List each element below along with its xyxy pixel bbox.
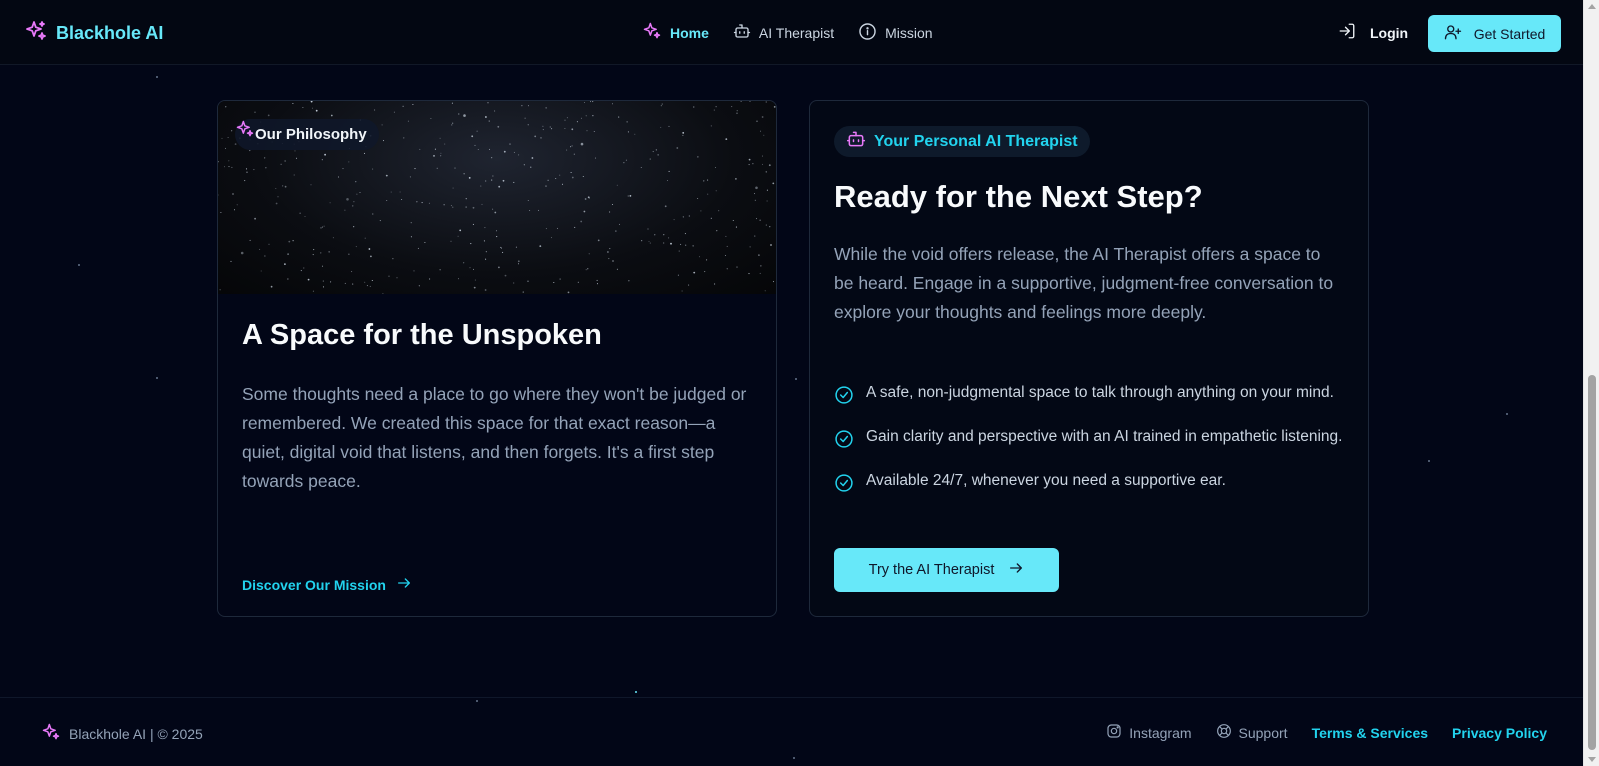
- feature-list: A safe, non-judgmental space to talk thr…: [834, 381, 1344, 513]
- scroll-up-arrow[interactable]: [1588, 4, 1596, 9]
- discover-mission-link[interactable]: Discover Our Mission: [242, 575, 412, 594]
- philosophy-badge: Our Philosophy: [235, 119, 379, 150]
- sparkles-icon: [642, 21, 662, 44]
- check-circle-icon: [834, 429, 854, 457]
- scrollbar-thumb[interactable]: [1588, 375, 1596, 750]
- discover-mission-label: Discover Our Mission: [242, 576, 386, 593]
- background-star: [635, 691, 637, 693]
- background-star: [78, 264, 80, 266]
- brand-logo[interactable]: Blackhole AI: [24, 19, 163, 48]
- sparkles-icon: [24, 19, 48, 48]
- privacy-link[interactable]: Privacy Policy: [1452, 725, 1547, 741]
- footer-links: Instagram Support Terms & Services Priva…: [1106, 723, 1547, 742]
- therapist-badge-label: Your Personal AI Therapist: [874, 132, 1078, 150]
- feature-item: A safe, non-judgmental space to talk thr…: [834, 381, 1344, 413]
- main-nav: Home AI Therapist Mission: [642, 21, 933, 44]
- lifebuoy-icon: [1216, 723, 1232, 742]
- feature-text: Gain clarity and perspective with an AI …: [866, 428, 1343, 445]
- check-circle-icon: [834, 385, 854, 413]
- instagram-link[interactable]: Instagram: [1106, 723, 1192, 742]
- site-footer: Blackhole AI | © 2025 Instagram Support …: [0, 697, 1583, 766]
- arrow-right-icon: [1008, 560, 1024, 580]
- feature-item: Gain clarity and perspective with an AI …: [834, 425, 1344, 457]
- footer-copyright: Blackhole AI | © 2025: [69, 725, 203, 742]
- support-label: Support: [1238, 724, 1288, 741]
- robot-icon: [733, 22, 751, 43]
- therapist-badge: Your Personal AI Therapist: [834, 126, 1090, 157]
- background-star: [795, 378, 797, 380]
- philosophy-badge-label: Our Philosophy: [255, 126, 367, 143]
- info-icon: [858, 22, 877, 44]
- sparkles-icon: [41, 722, 61, 745]
- feature-item: Available 24/7, whenever you need a supp…: [834, 469, 1344, 501]
- login-button[interactable]: Login: [1338, 22, 1408, 43]
- nav-item-ai-therapist[interactable]: AI Therapist: [733, 22, 834, 43]
- support-link[interactable]: Support: [1216, 723, 1288, 742]
- starfield-image: Our Philosophy: [218, 101, 776, 294]
- check-circle-icon: [834, 473, 854, 501]
- background-star: [1428, 460, 1430, 462]
- get-started-button[interactable]: Get Started: [1428, 15, 1561, 52]
- feature-text: A safe, non-judgmental space to talk thr…: [866, 384, 1334, 401]
- feature-text: Available 24/7, whenever you need a supp…: [866, 472, 1226, 489]
- nav-item-label: Home: [670, 24, 709, 41]
- user-plus-icon: [1444, 23, 1462, 44]
- scrollbar[interactable]: [1583, 0, 1599, 766]
- nav-item-label: Mission: [885, 24, 933, 41]
- therapist-title: Ready for the Next Step?: [834, 179, 1203, 214]
- try-ai-therapist-button[interactable]: Try the AI Therapist: [834, 548, 1059, 592]
- background-star: [156, 76, 158, 78]
- ai-therapist-card: Your Personal AI Therapist Ready for the…: [809, 100, 1369, 617]
- therapist-body: While the void offers release, the AI Th…: [834, 244, 1334, 322]
- scroll-down-arrow[interactable]: [1588, 757, 1596, 762]
- top-navigation-bar: Blackhole AI Home AI Therapist Mission L…: [0, 0, 1583, 65]
- philosophy-card: Our Philosophy A Space for the Unspoken …: [217, 100, 777, 617]
- philosophy-body: Some thoughts need a place to go where t…: [242, 384, 747, 491]
- background-star: [1506, 413, 1508, 415]
- login-icon: [1338, 22, 1356, 43]
- arrow-right-icon: [396, 575, 412, 594]
- nav-item-mission[interactable]: Mission: [858, 22, 933, 44]
- instagram-icon: [1106, 723, 1122, 742]
- terms-link[interactable]: Terms & Services: [1312, 725, 1428, 741]
- instagram-label: Instagram: [1129, 724, 1192, 741]
- nav-item-label: AI Therapist: [758, 24, 835, 41]
- philosophy-title: A Space for the Unspoken: [242, 319, 602, 351]
- robot-icon: [846, 129, 866, 154]
- login-label: Login: [1370, 24, 1409, 41]
- try-ai-therapist-label: Try the AI Therapist: [868, 562, 995, 578]
- footer-brand: Blackhole AI | © 2025: [41, 722, 203, 745]
- background-star: [156, 377, 158, 379]
- get-started-label: Get Started: [1473, 25, 1546, 42]
- nav-item-home[interactable]: Home: [642, 21, 709, 44]
- brand-name: Blackhole AI: [56, 23, 164, 43]
